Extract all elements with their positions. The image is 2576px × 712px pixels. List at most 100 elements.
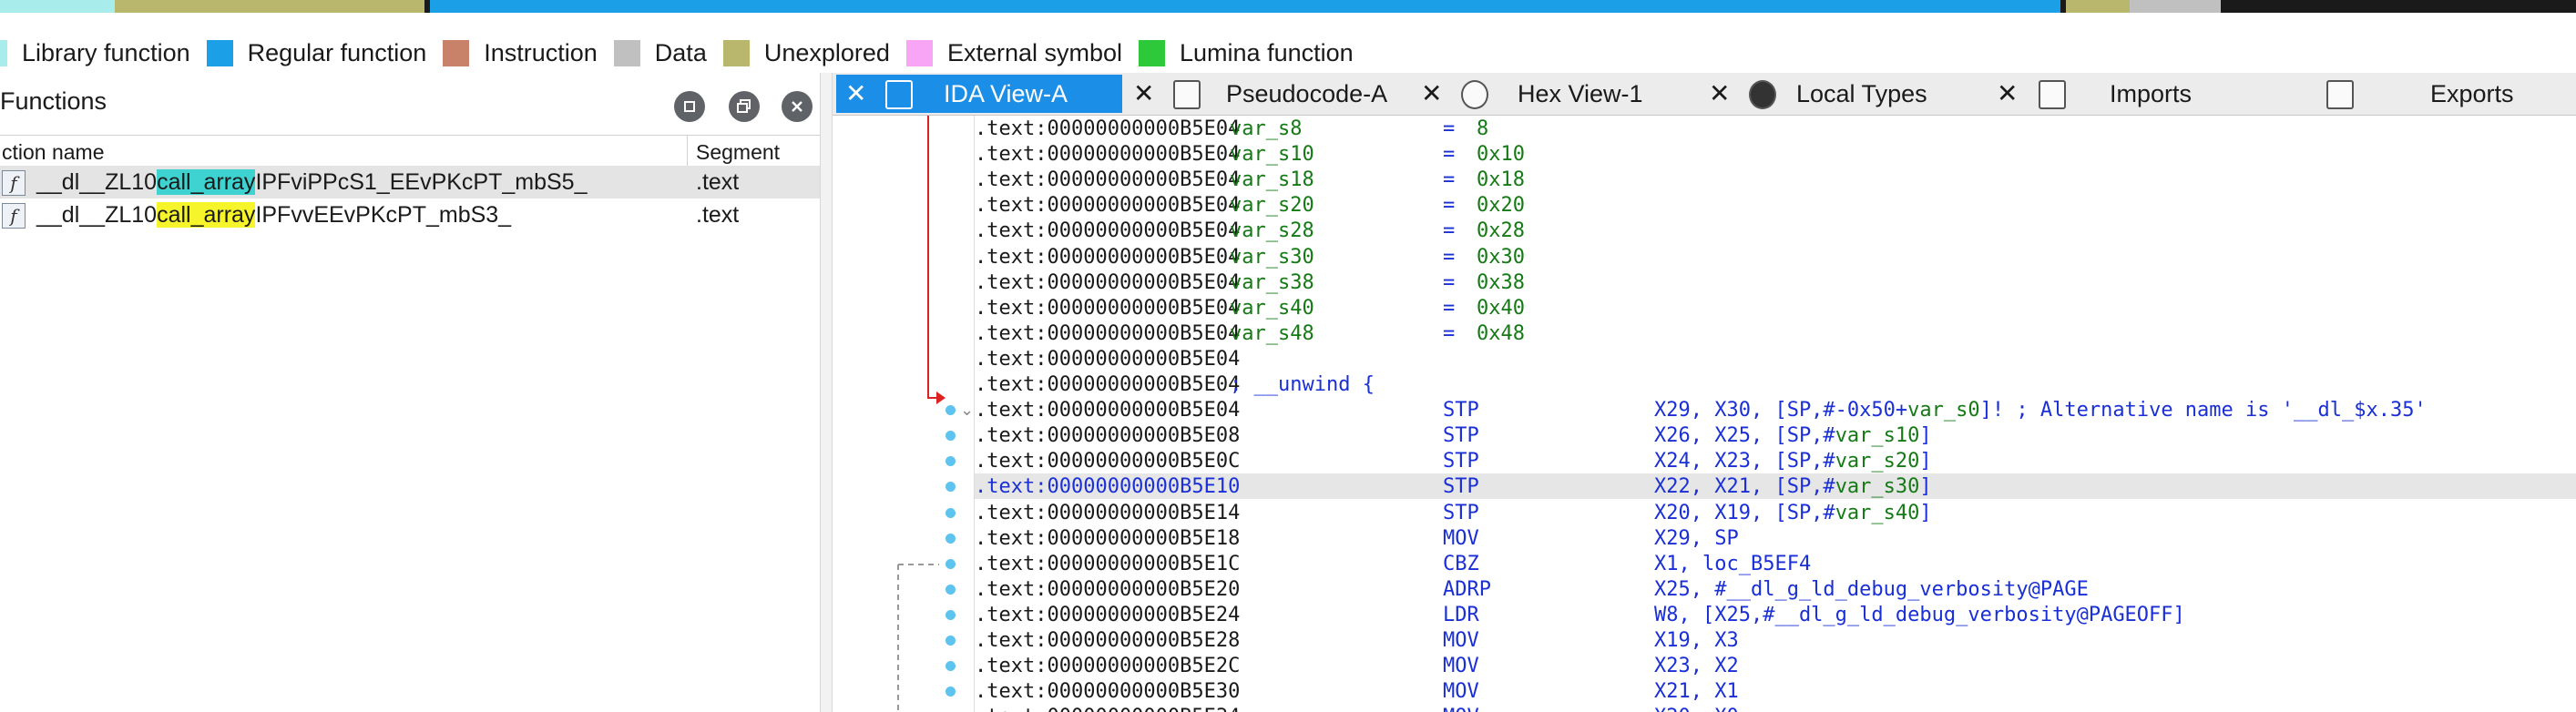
breakpoint-dot[interactable] xyxy=(946,636,956,646)
var-name: var_s48 xyxy=(1230,321,1314,345)
operand-text: X29, SP xyxy=(1654,526,1739,550)
equals-sign: = xyxy=(1443,321,1456,345)
instruction-row[interactable]: .text:00000000000B5E24 LDR W8, [X25,#__dl_… xyxy=(975,602,2576,627)
stack-var-row[interactable]: .text:00000000000B5E04 var_s38 = 0x38 xyxy=(975,270,2576,295)
mnemonic: STP xyxy=(1443,424,1479,448)
address: .text:00000000000B5E0C xyxy=(975,450,1241,473)
operand-var: var_s10 xyxy=(1835,424,1920,448)
navigation-band[interactable] xyxy=(0,0,2576,13)
operand-var: var_s40 xyxy=(1835,501,1920,524)
legend-instruction: Instruction xyxy=(443,39,598,67)
equals-sign: = xyxy=(1443,143,1456,167)
tab-label: Imports xyxy=(2110,80,2193,107)
blank-row[interactable]: .text:00000000000B5E04 xyxy=(975,346,2576,371)
instruction-row[interactable]: .text:00000000000B5E2C MOV X23, X2 xyxy=(975,653,2576,678)
operands: X20, X0 xyxy=(1654,706,1739,712)
instruction-row[interactable]: .text:00000000000B5E1C CBZ X1, loc_B5EF4 xyxy=(975,551,2576,576)
stack-var-row[interactable]: .text:00000000000B5E04 var_s10 = 0x10 xyxy=(975,141,2576,167)
instruction-row[interactable]: .text:00000000000B5E14 STP X20, X19, [SP,#… xyxy=(975,500,2576,525)
operand-text: X19, X3 xyxy=(1654,629,1739,652)
legend-regular-function: Regular function xyxy=(206,38,427,67)
instruction-row[interactable]: .text:00000000000B5E18 MOV X29, SP xyxy=(975,525,2576,551)
float-window-icon[interactable] xyxy=(729,91,760,122)
address: .text:00000000000B5E24 xyxy=(975,603,1241,626)
stack-var-row[interactable]: .text:00000000000B5E04 var_s40 = 0x40 xyxy=(975,295,2576,320)
unexplored-swatch xyxy=(722,39,750,66)
imports-icon xyxy=(2039,80,2066,109)
operands: X20, X19, [SP,#var_s40] xyxy=(1654,502,1932,524)
operands: X25, #__dl_g_ld_debug_verbosity@PAGE xyxy=(1654,578,2089,601)
instruction-row[interactable]: .text:00000000000B5E0C STP X24, X23, [SP,#… xyxy=(975,448,2576,473)
tab-pseudocode-a[interactable]: ✕ Pseudocode-A xyxy=(1124,75,1410,113)
var-name: var_s28 xyxy=(1230,219,1314,243)
function-row[interactable]: f __dl__ZL10call_arrayIPFviPPcS1_EEvPKcP… xyxy=(0,166,820,198)
tab-ida-view-a[interactable]: ✕ IDA View-A xyxy=(836,75,1122,113)
instruction-row[interactable]: .text:00000000000B5E08 STP X26, X25, [SP,#… xyxy=(975,422,2576,448)
unwind-row[interactable]: .text:00000000000B5E04; __unwind { xyxy=(975,371,2576,397)
close-icon[interactable]: ✕ xyxy=(1421,78,1442,108)
legend-label: Regular function xyxy=(247,38,427,66)
data-swatch xyxy=(613,39,640,66)
stack-var-row[interactable]: .text:00000000000B5E04 var_s30 = 0x30 xyxy=(975,244,2576,270)
functions-panel: Functions ction name Segment f __dl__ZL1… xyxy=(0,73,820,712)
local-types-icon xyxy=(1749,80,1776,109)
operand-text: X29, X30, [SP,#-0x50+ xyxy=(1654,399,1908,422)
lumina-function-swatch xyxy=(1139,39,1166,66)
breakpoint-dot[interactable] xyxy=(946,584,956,595)
operand-var: var_s0 xyxy=(1907,399,1980,422)
address: .text:00000000000B5E04 xyxy=(975,373,1241,396)
ida-view-listing[interactable]: .text:00000000000B5E04 var_s8 = 8 .text:0000… xyxy=(833,116,2576,712)
legend-label: Lumina function xyxy=(1180,38,1354,66)
close-icon[interactable]: ✕ xyxy=(1997,78,2018,108)
regular-function-swatch xyxy=(206,39,233,66)
close-icon[interactable]: ✕ xyxy=(1709,78,1730,108)
listing-icon xyxy=(885,80,913,109)
mnemonic: STP xyxy=(1443,450,1479,473)
tab-hex-view-1[interactable]: ✕ Hex View-1 xyxy=(1412,75,1698,113)
tab-exports[interactable]: Exports xyxy=(2275,75,2574,113)
legend-unexplored: Unexplored xyxy=(722,39,890,67)
operand-text: X20, X0 xyxy=(1654,706,1739,712)
address: .text:00000000000B5E20 xyxy=(975,577,1241,601)
var-offset: 0x28 xyxy=(1477,219,1525,243)
function-icon: f xyxy=(2,170,26,196)
breakpoint-dot[interactable] xyxy=(946,533,956,544)
stack-var-row[interactable]: .text:00000000000B5E04 var_s20 = 0x20 xyxy=(975,192,2576,218)
stop-icon[interactable] xyxy=(674,91,705,122)
stack-var-row[interactable]: .text:00000000000B5E04 var_s8 = 8 xyxy=(975,116,2576,141)
legend-label: External symbol xyxy=(946,38,1123,66)
instruction-row[interactable]: .text:00000000000B5E34 MOV X20, X0 xyxy=(975,704,2576,712)
panel-splitter[interactable] xyxy=(820,73,833,712)
breakpoint-dot[interactable] xyxy=(946,507,956,518)
stack-var-row[interactable]: .text:00000000000B5E04 var_s48 = 0x48 xyxy=(975,320,2576,346)
instruction-row[interactable]: .text:00000000000B5E04 STP X29, X30, [SP,#… xyxy=(975,397,2576,422)
operands: X19, X3 xyxy=(1654,629,1739,652)
operand-text: X26, X25, [SP,# xyxy=(1654,424,1835,448)
collapse-chevron-icon[interactable]: ⌄ xyxy=(960,401,974,420)
instruction-row[interactable]: .text:00000000000B5E30 MOV X21, X1 xyxy=(975,678,2576,704)
column-divider[interactable] xyxy=(687,136,688,167)
close-icon[interactable]: ✕ xyxy=(1133,78,1154,108)
breakpoint-dot[interactable] xyxy=(946,609,956,620)
column-header-segment[interactable]: Segment xyxy=(696,140,780,165)
address: .text:00000000000B5E04 xyxy=(975,399,1241,422)
current-instruction-row[interactable]: .text:00000000000B5E10 STP X22, X21, [SP,#… xyxy=(975,473,2576,500)
breakpoint-dot[interactable] xyxy=(946,558,956,569)
close-icon[interactable]: ✕ xyxy=(845,78,866,108)
legend-label: Data xyxy=(654,38,707,66)
instruction-row[interactable]: .text:00000000000B5E28 MOV X19, X3 xyxy=(975,627,2576,653)
close-icon[interactable] xyxy=(782,91,813,122)
address: .text:00000000000B5E04 xyxy=(975,143,1241,167)
stack-var-row[interactable]: .text:00000000000B5E04 var_s18 = 0x18 xyxy=(975,167,2576,192)
mnemonic: CBZ xyxy=(1443,552,1479,575)
operand-text: X20, X19, [SP,# xyxy=(1654,501,1835,524)
tab-label: Exports xyxy=(2430,80,2514,107)
tab-local-types[interactable]: ✕ Local Types xyxy=(1700,75,1986,113)
tab-imports[interactable]: ✕ Imports xyxy=(1988,75,2274,113)
function-row[interactable]: f __dl__ZL10call_arrayIPFvvEEvPKcPT_mbS3… xyxy=(0,198,820,231)
var-offset: 0x30 xyxy=(1477,245,1525,269)
stack-var-row[interactable]: .text:00000000000B5E04 var_s28 = 0x28 xyxy=(975,218,2576,243)
instruction-row[interactable]: .text:00000000000B5E20 ADRP X25, #__dl_g_l… xyxy=(975,576,2576,602)
column-header-function-name[interactable]: ction name xyxy=(2,140,105,165)
address: .text:00000000000B5E04 xyxy=(975,270,1241,294)
